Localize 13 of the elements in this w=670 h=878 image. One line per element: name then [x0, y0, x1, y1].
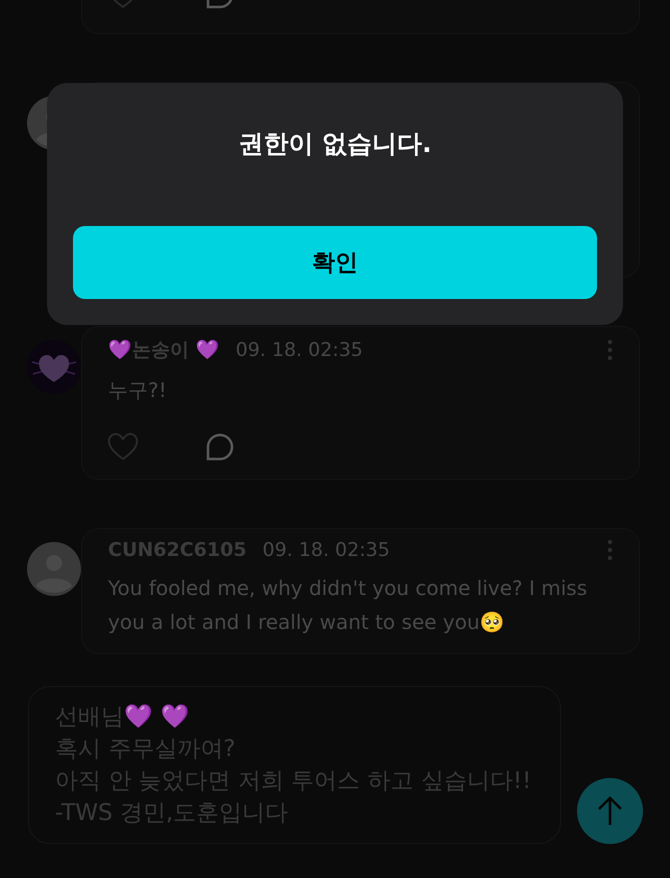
comment-text: You fooled me, why didn't you come live? I miss you a lot and I really want to see you🥺 — [108, 575, 588, 636]
more-icon[interactable] — [607, 539, 613, 561]
arrow-up-icon — [597, 796, 623, 826]
comment-time: 09. 18. 02:35 — [236, 339, 364, 361]
avatar-icon — [27, 542, 81, 596]
heart-icon[interactable] — [108, 433, 138, 461]
comment-icon[interactable] — [206, 433, 234, 461]
author-name: 💜논송이 💜 — [108, 338, 220, 363]
confirm-button[interactable]: 확인 — [73, 226, 597, 299]
comment-text: 누구?! — [108, 377, 168, 404]
alert-message: 권한이 없습니다. — [238, 128, 432, 160]
more-icon[interactable] — [607, 339, 613, 361]
comment-time: 09. 18. 02:35 — [262, 539, 391, 561]
